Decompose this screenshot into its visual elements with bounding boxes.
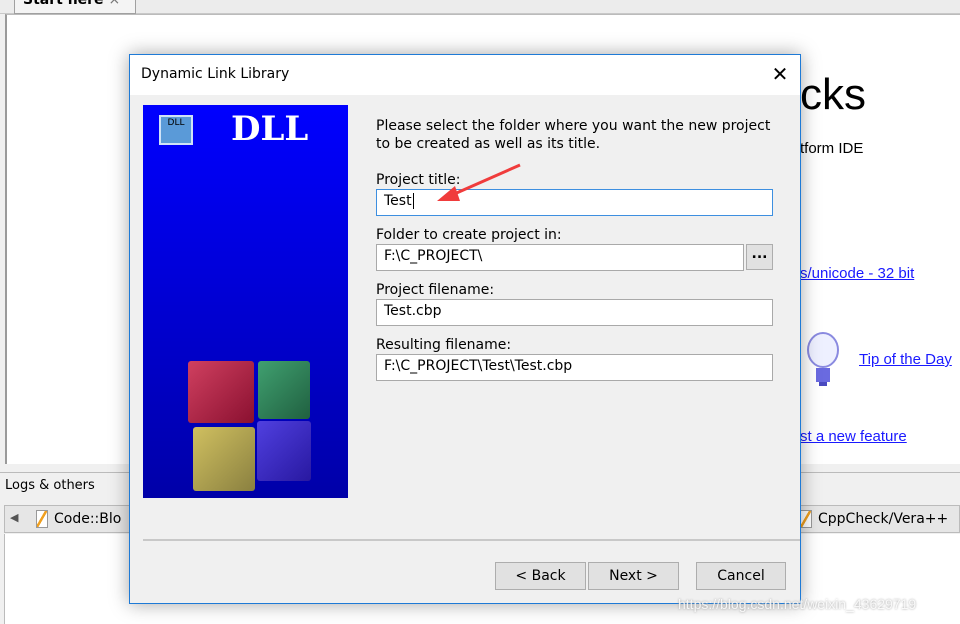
red-arrow-annotation <box>437 163 521 201</box>
watermark: https://blog.csdn.net/weixin_43629719 <box>678 596 917 612</box>
